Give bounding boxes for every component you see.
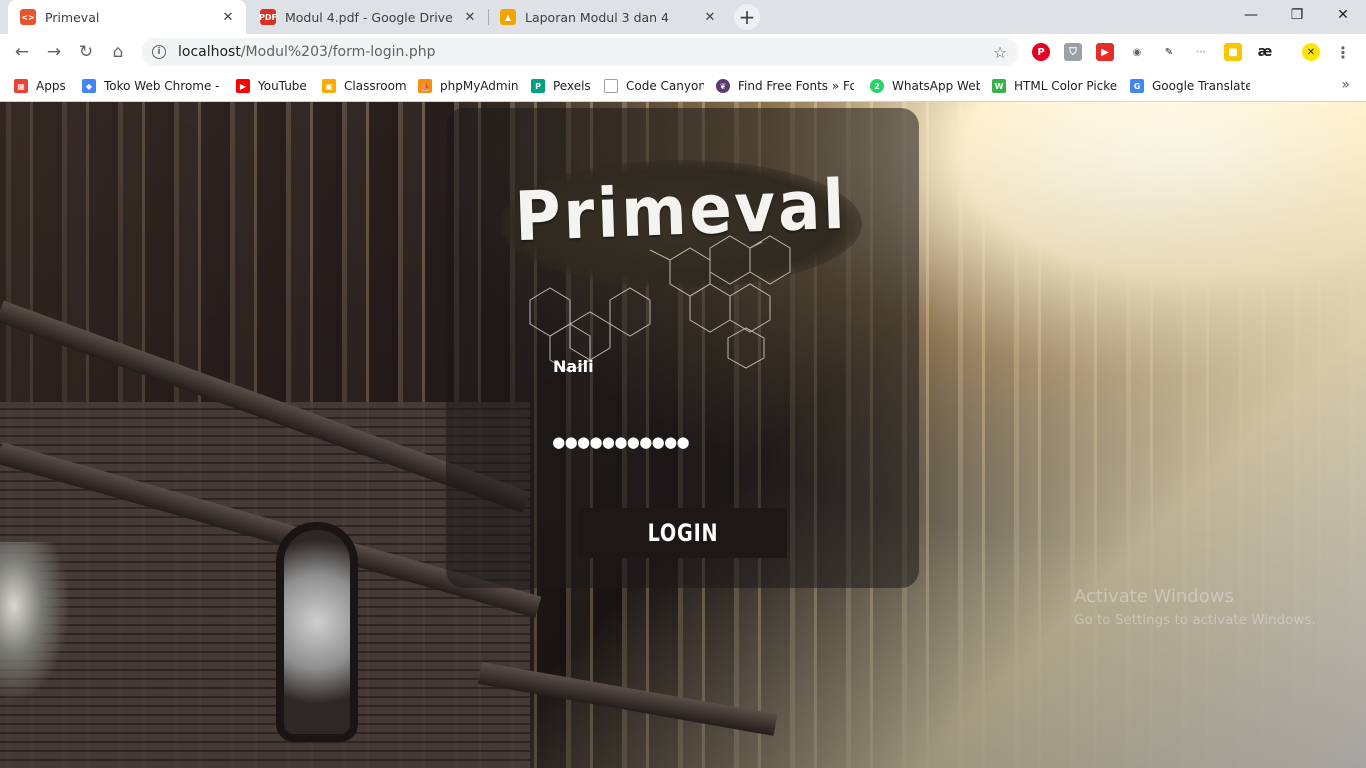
menu-kebab-icon[interactable]: ⋮ — [1334, 43, 1352, 62]
phpmyadmin-icon: ⛵ — [418, 79, 432, 93]
slides-icon: ▲ — [500, 9, 516, 25]
yellow-extension-icon[interactable]: ■ — [1224, 43, 1242, 61]
fonts-icon: ❦ — [716, 79, 730, 93]
youtube-icon: ▶ — [236, 79, 250, 93]
activate-windows-subtitle: Go to Settings to activate Windows. — [1074, 612, 1316, 628]
bookmark-pexels[interactable]: P Pexels — [531, 77, 595, 95]
primeval-logo: Primeval — [500, 150, 862, 373]
logo-text: Primeval — [513, 165, 849, 258]
color-picker-icon: W — [992, 79, 1006, 93]
activate-windows-title: Activate Windows — [1074, 586, 1234, 607]
apps-grid-icon: ▦ — [14, 79, 28, 93]
pen-icon[interactable]: ✎ — [1160, 43, 1178, 61]
info-icon[interactable]: i — [152, 45, 166, 59]
bookmark-label: WhatsApp Web — [892, 79, 980, 93]
tab-title: Modul 4.pdf - Google Drive — [285, 9, 453, 25]
extension-dots-icon[interactable]: ⋯ — [1192, 43, 1210, 61]
bookmark-label: Apps — [36, 79, 66, 93]
chrome-webstore-icon: ◆ — [82, 79, 96, 93]
bookmark-toko-web-chrome[interactable]: ◆ Toko Web Chrome - c — [82, 77, 220, 95]
bookmark-label: Code Canyon — [626, 79, 704, 93]
bookmark-label: HTML Color Picker — [1014, 79, 1118, 93]
street-lamp — [0, 542, 70, 702]
url-host: localhost — [178, 44, 241, 60]
back-button[interactable]: ← — [8, 38, 36, 66]
close-window-button[interactable]: ✕ — [1320, 0, 1366, 30]
code-favicon-icon: <> — [20, 9, 36, 25]
camera-icon[interactable]: ◉ — [1128, 43, 1146, 61]
bookmark-phpmyadmin[interactable]: ⛵ phpMyAdmin — [418, 77, 518, 95]
profile-avatar-icon[interactable]: ✕ — [1302, 43, 1320, 61]
tab-laporan[interactable]: ▲ Laporan Modul 3 dan 4 ✕ — [488, 0, 728, 34]
bookmark-apps[interactable]: ▦ Apps — [14, 77, 74, 95]
bookmark-label: Find Free Fonts » Fon — [738, 79, 854, 93]
bookmark-find-free-fonts[interactable]: ❦ Find Free Fonts » Fon — [716, 77, 854, 95]
maximize-button[interactable]: ❐ — [1274, 0, 1320, 30]
bookmark-youtube[interactable]: ▶ YouTube — [236, 77, 312, 95]
close-icon[interactable]: ✕ — [462, 9, 478, 25]
wall-clock — [276, 522, 358, 742]
bookmark-label: Toko Web Chrome - c — [104, 79, 220, 93]
browser-chrome: <> Primeval ✕ PDF Modul 4.pdf - Google D… — [0, 0, 1366, 102]
pexels-icon: P — [531, 79, 545, 93]
tab-title: Primeval — [45, 9, 100, 25]
tab-primeval[interactable]: <> Primeval ✕ — [8, 0, 246, 34]
url-path: /Modul%203/form-login.php — [240, 44, 436, 60]
bookmark-html-color-picker[interactable]: W HTML Color Picker — [992, 77, 1118, 95]
close-icon[interactable]: ✕ — [220, 9, 236, 25]
minimize-button[interactable]: — — [1228, 0, 1274, 30]
bookmark-whatsapp-web[interactable]: 2 WhatsApp Web — [870, 77, 980, 95]
bookmark-classroom[interactable]: ▣ Classroom — [322, 77, 406, 95]
address-bar[interactable]: i localhost/Modul%203/form-login.php ☆ — [142, 38, 1018, 66]
ae-extension-icon[interactable]: æ — [1256, 43, 1274, 61]
home-button[interactable]: ⌂ — [104, 38, 132, 66]
reload-button[interactable]: ↻ — [72, 38, 100, 66]
bookmark-label: Google Translate — [1152, 79, 1250, 93]
forward-button[interactable]: → — [40, 38, 68, 66]
close-icon[interactable]: ✕ — [702, 9, 718, 25]
pdf-icon: PDF — [259, 9, 277, 25]
password-input[interactable]: ●●●●●●●●●●● — [553, 431, 813, 457]
tab-title: Laporan Modul 3 dan 4 — [525, 9, 670, 25]
bookmarks-bar: ▦ Apps ◆ Toko Web Chrome - c ▶ YouTube ▣ Cla… — [0, 70, 1366, 102]
bookmark-code-canyon[interactable]: Code Canyon — [604, 77, 704, 95]
bookmark-google-translate[interactable]: G Google Translate — [1130, 77, 1250, 95]
toolbar: ← → ↻ ⌂ i localhost/Modul%203/form-login… — [0, 34, 1366, 70]
bookmarks-overflow-icon[interactable]: » — [1341, 77, 1350, 93]
page-icon — [604, 79, 618, 93]
pinterest-icon[interactable]: P — [1032, 43, 1050, 61]
classroom-icon: ▣ — [322, 79, 336, 93]
username-input[interactable] — [553, 352, 813, 380]
bookmark-label: YouTube — [258, 79, 307, 93]
url-text[interactable]: localhost/Modul%203/form-login.php — [178, 44, 990, 60]
bookmark-label: phpMyAdmin — [440, 79, 518, 93]
youtube-ext-icon[interactable]: ▶ — [1096, 43, 1114, 61]
whatsapp-icon: 2 — [870, 79, 884, 93]
login-button[interactable]: LOGIN — [579, 508, 787, 558]
tab-modul4-pdf[interactable]: PDF Modul 4.pdf - Google Drive ✕ — [248, 0, 488, 34]
bookmark-label: Pexels — [553, 79, 591, 93]
translate-icon: G — [1130, 79, 1144, 93]
bookmark-label: Classroom — [344, 79, 406, 93]
bookmark-star-icon[interactable]: ☆ — [990, 43, 1010, 62]
new-tab-button[interactable]: + — [734, 4, 760, 30]
shield-icon[interactable]: ⛉ — [1064, 43, 1082, 61]
tab-strip: <> Primeval ✕ PDF Modul 4.pdf - Google D… — [0, 0, 1366, 34]
